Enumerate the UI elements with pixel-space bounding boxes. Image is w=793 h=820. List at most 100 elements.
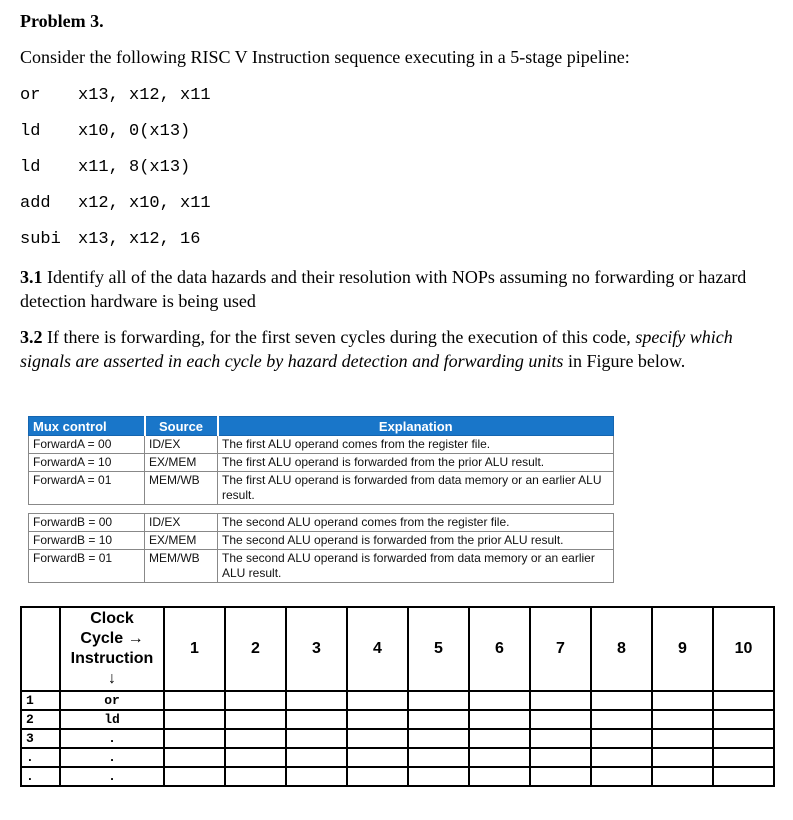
cycle-cell[interactable] xyxy=(346,766,409,787)
mux-explanation-cell: The second ALU operand comes from the re… xyxy=(217,513,614,532)
cycle-cell[interactable] xyxy=(590,747,653,768)
cycle-cell[interactable] xyxy=(468,709,531,730)
mux-control-cell: ForwardA = 00 xyxy=(28,435,145,454)
pipeline-row: . . xyxy=(20,766,775,787)
mux-row: ForwardB = 10 EX/MEM The second ALU oper… xyxy=(28,531,614,550)
cycle-cell[interactable] xyxy=(712,728,775,749)
cycle-cell[interactable] xyxy=(407,766,470,787)
down-arrow-icon: ↓ xyxy=(108,670,116,687)
cycle-cell[interactable] xyxy=(590,728,653,749)
cycle-cell[interactable] xyxy=(651,728,714,749)
cycle-cell[interactable] xyxy=(651,766,714,787)
cycle-cell[interactable] xyxy=(468,766,531,787)
cycle-header: 6 xyxy=(468,606,531,692)
cycle-header: 5 xyxy=(407,606,470,692)
cycle-cell[interactable] xyxy=(590,766,653,787)
cycle-cell[interactable] xyxy=(346,747,409,768)
cycle-cell[interactable] xyxy=(163,709,226,730)
mux-source-cell: EX/MEM xyxy=(144,453,218,472)
cycle-cell[interactable] xyxy=(407,747,470,768)
cycle-cell[interactable] xyxy=(285,709,348,730)
cycle-cell[interactable] xyxy=(468,690,531,711)
cycle-cell[interactable] xyxy=(712,690,775,711)
problem-title: Problem 3. xyxy=(20,11,104,31)
mux-row: ForwardA = 01 MEM/WB The first ALU opera… xyxy=(28,471,614,505)
header-mux-control: Mux control xyxy=(28,416,146,436)
mux-row: ForwardA = 10 EX/MEM The first ALU opera… xyxy=(28,453,614,472)
code-line: subi x13, x12, 16 xyxy=(20,230,200,249)
cycle-cell[interactable] xyxy=(590,690,653,711)
code-args: x11, 8(x13) xyxy=(78,158,191,177)
cycle-cell[interactable] xyxy=(529,766,592,787)
mux-row: ForwardA = 00 ID/EX The first ALU operan… xyxy=(28,435,614,454)
code-args: x13, x12, 16 xyxy=(78,230,201,249)
cycle-cell[interactable] xyxy=(285,747,348,768)
cycle-cell[interactable] xyxy=(163,747,226,768)
question-number: 3.2 xyxy=(20,327,43,347)
cycle-cell[interactable] xyxy=(468,747,531,768)
cycle-header: 2 xyxy=(224,606,287,692)
question-3-2: 3.2 If there is forwarding, for the firs… xyxy=(20,325,780,373)
question-text: If there is forwarding, for the first se… xyxy=(42,327,636,347)
cycle-cell[interactable] xyxy=(285,728,348,749)
cycle-cell[interactable] xyxy=(224,728,287,749)
mux-group-gap xyxy=(28,504,614,514)
mux-control-cell: ForwardB = 00 xyxy=(28,513,145,532)
cycle-cell[interactable] xyxy=(163,728,226,749)
header-explanation: Explanation xyxy=(217,416,614,436)
cycle-cell[interactable] xyxy=(407,690,470,711)
mux-source-cell: EX/MEM xyxy=(144,531,218,550)
cycle-cell[interactable] xyxy=(712,709,775,730)
cycle-cell[interactable] xyxy=(651,690,714,711)
row-index: . xyxy=(20,747,61,768)
pipeline-row: 1 or xyxy=(20,690,775,711)
cycle-header: 7 xyxy=(529,606,592,692)
question-text: in Figure below. xyxy=(563,351,686,371)
cycle-cell[interactable] xyxy=(468,728,531,749)
question-text: Identify all of the data hazards and the… xyxy=(20,267,747,311)
mux-explanation-cell: The first ALU operand is forwarded from … xyxy=(217,471,614,505)
cycle-cell[interactable] xyxy=(224,690,287,711)
cycle-cell[interactable] xyxy=(224,766,287,787)
cycle-cell[interactable] xyxy=(285,766,348,787)
cycle-cell[interactable] xyxy=(529,728,592,749)
cycle-cell[interactable] xyxy=(163,766,226,787)
mux-source-cell: ID/EX xyxy=(144,513,218,532)
question-3-1: 3.1 Identify all of the data hazards and… xyxy=(20,265,780,313)
cycle-header: 9 xyxy=(651,606,714,692)
cycle-cell[interactable] xyxy=(163,690,226,711)
header-label-line: Instruction xyxy=(70,650,154,667)
mux-source-cell: MEM/WB xyxy=(144,471,218,505)
code-opcode: ld xyxy=(20,158,41,177)
cycle-cell[interactable] xyxy=(224,709,287,730)
cycle-cell[interactable] xyxy=(712,747,775,768)
cycle-cell[interactable] xyxy=(529,690,592,711)
clock-cycle-instruction-header: Clock Cycle → Instruction ↓ xyxy=(59,606,165,692)
cycle-cell[interactable] xyxy=(407,728,470,749)
mux-explanation-cell: The first ALU operand is forwarded from … xyxy=(217,453,614,472)
cycle-cell[interactable] xyxy=(346,690,409,711)
code-args: x13, x12, x11 xyxy=(78,86,211,105)
code-line: or x13, x12, x11 xyxy=(20,86,211,105)
mux-table-header: Mux control Source Explanation xyxy=(28,416,614,436)
mux-control-cell: ForwardA = 10 xyxy=(28,453,145,472)
cycle-cell[interactable] xyxy=(529,747,592,768)
cycle-cell[interactable] xyxy=(407,709,470,730)
mux-row: ForwardB = 00 ID/EX The second ALU opera… xyxy=(28,513,614,532)
cycle-cell[interactable] xyxy=(712,766,775,787)
row-index: 3 xyxy=(20,728,61,749)
cycle-cell[interactable] xyxy=(224,747,287,768)
code-args: x10, 0(x13) xyxy=(78,122,191,141)
cycle-cell[interactable] xyxy=(590,709,653,730)
cycle-header: 4 xyxy=(346,606,409,692)
cycle-cell[interactable] xyxy=(651,747,714,768)
cycle-cell[interactable] xyxy=(651,709,714,730)
cycle-cell[interactable] xyxy=(346,728,409,749)
code-opcode: subi xyxy=(20,230,61,249)
cycle-cell[interactable] xyxy=(529,709,592,730)
cycle-cell[interactable] xyxy=(346,709,409,730)
mux-control-cell: ForwardB = 01 xyxy=(28,549,145,583)
row-instruction: or xyxy=(59,690,165,711)
cycle-cell[interactable] xyxy=(285,690,348,711)
mux-row: ForwardB = 01 MEM/WB The second ALU oper… xyxy=(28,549,614,583)
